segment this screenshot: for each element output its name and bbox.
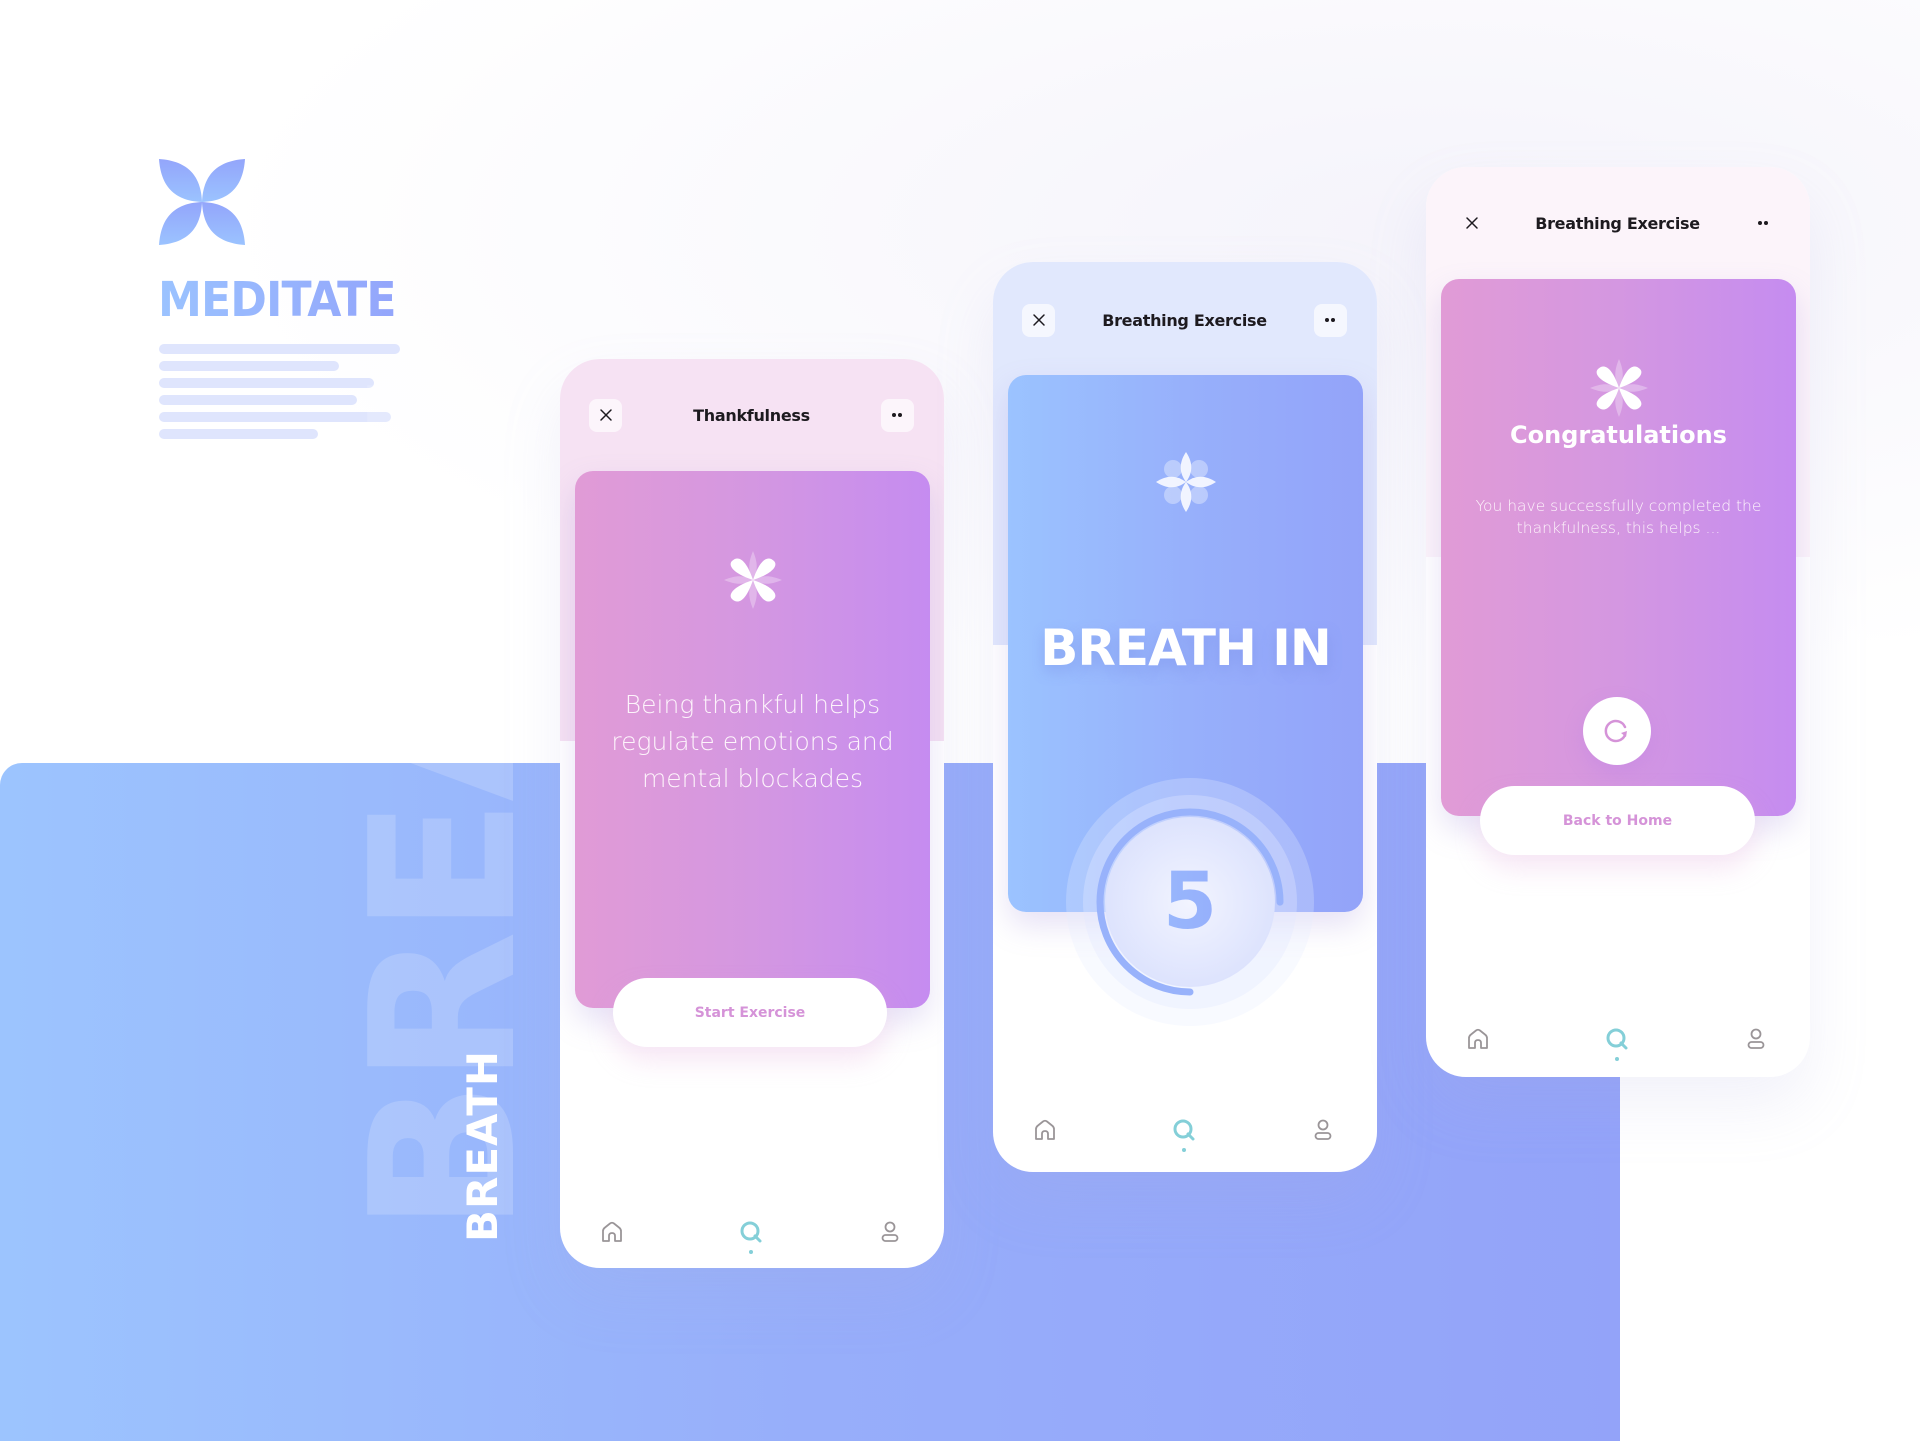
message-line: thankfulness, this helps ... <box>1516 519 1721 537</box>
card-message-line: Being thankful helps <box>624 690 881 719</box>
screen-title: Breathing Exercise <box>1102 310 1267 330</box>
search-icon <box>740 1221 762 1243</box>
screen-header: Breathing Exercise <box>1426 205 1810 241</box>
profile-icon <box>1747 1028 1765 1049</box>
search-icon <box>1173 1119 1195 1141</box>
close-button[interactable] <box>1022 303 1055 337</box>
home-icon <box>1035 1119 1055 1140</box>
nav-search[interactable] <box>737 1218 765 1254</box>
active-indicator <box>749 1250 753 1254</box>
screen-title: Thankfulness <box>693 405 810 425</box>
phone-screen-thankfulness: Thankfulness Being thankful helps regula… <box>560 359 944 1268</box>
card-message: Being thankful helps regulate emotions a… <box>575 686 930 797</box>
profile-icon <box>1314 1119 1332 1140</box>
nav-home[interactable] <box>1031 1116 1059 1144</box>
start-exercise-button[interactable]: Start Exercise <box>613 978 887 1047</box>
close-icon <box>1032 314 1045 326</box>
active-indicator <box>1182 1148 1186 1152</box>
nav-home[interactable] <box>598 1218 626 1246</box>
countdown-ring: 5 <box>1065 777 1315 1027</box>
card-message-line: regulate emotions and <box>611 727 894 756</box>
more-options-button[interactable] <box>1747 207 1780 240</box>
nav-search[interactable] <box>1170 1116 1198 1152</box>
close-button[interactable] <box>589 398 622 432</box>
back-to-home-button[interactable]: Back to Home <box>1480 786 1755 855</box>
congratulations-title: Congratulations <box>1510 421 1727 449</box>
more-dots-icon <box>1758 221 1769 225</box>
search-icon <box>1606 1028 1628 1050</box>
content-card: Congratulations You have successfully co… <box>1441 279 1796 816</box>
more-dots-icon <box>892 413 903 417</box>
bottom-nav <box>1426 1019 1810 1061</box>
nav-home[interactable] <box>1464 1025 1492 1053</box>
congratulations-message: You have successfully completed the than… <box>1441 495 1796 539</box>
close-icon <box>599 409 612 421</box>
screen-header: Thankfulness <box>560 397 944 433</box>
phone-screen-congratulations: Breathing Exercise Congratulations You h… <box>1426 167 1810 1077</box>
content-card: Being thankful helps regulate emotions a… <box>575 471 930 1008</box>
nav-profile[interactable] <box>1742 1025 1770 1053</box>
close-button[interactable] <box>1455 207 1488 240</box>
replay-icon <box>1604 719 1627 743</box>
placeholder-line <box>159 344 400 354</box>
flower-icon <box>1155 452 1216 512</box>
replay-button[interactable] <box>1583 697 1651 765</box>
nav-search[interactable] <box>1603 1025 1631 1061</box>
home-icon <box>1468 1028 1488 1049</box>
four-petal-flower-logo-icon <box>159 159 245 245</box>
bottom-nav <box>993 1110 1377 1152</box>
phone-screen-breathing: Breathing Exercise BREATH IN 5 <box>993 262 1377 1172</box>
nav-profile[interactable] <box>1309 1116 1337 1144</box>
more-options-button[interactable] <box>880 398 914 432</box>
flower-icon <box>1589 359 1648 417</box>
bottom-nav <box>560 1212 944 1254</box>
brand-title: MEDITATE <box>158 272 396 328</box>
home-icon <box>602 1221 622 1242</box>
more-dots-icon <box>1325 318 1336 322</box>
vertical-label: BREATH <box>458 1049 507 1242</box>
placeholder-line <box>159 361 339 371</box>
active-indicator <box>1615 1057 1619 1061</box>
breath-instruction: BREATH IN <box>1040 619 1331 677</box>
close-icon <box>1465 217 1478 229</box>
placeholder-line <box>159 429 318 439</box>
screen-title: Breathing Exercise <box>1535 213 1700 233</box>
profile-icon <box>881 1221 899 1242</box>
flower-icon <box>723 551 782 609</box>
screen-header: Breathing Exercise <box>993 302 1377 338</box>
card-message-line: mental blockades <box>641 764 864 793</box>
nav-profile[interactable] <box>876 1218 904 1246</box>
more-options-button[interactable] <box>1313 303 1347 337</box>
message-line: You have successfully completed the <box>1475 497 1762 515</box>
countdown-number: 5 <box>1065 857 1315 947</box>
